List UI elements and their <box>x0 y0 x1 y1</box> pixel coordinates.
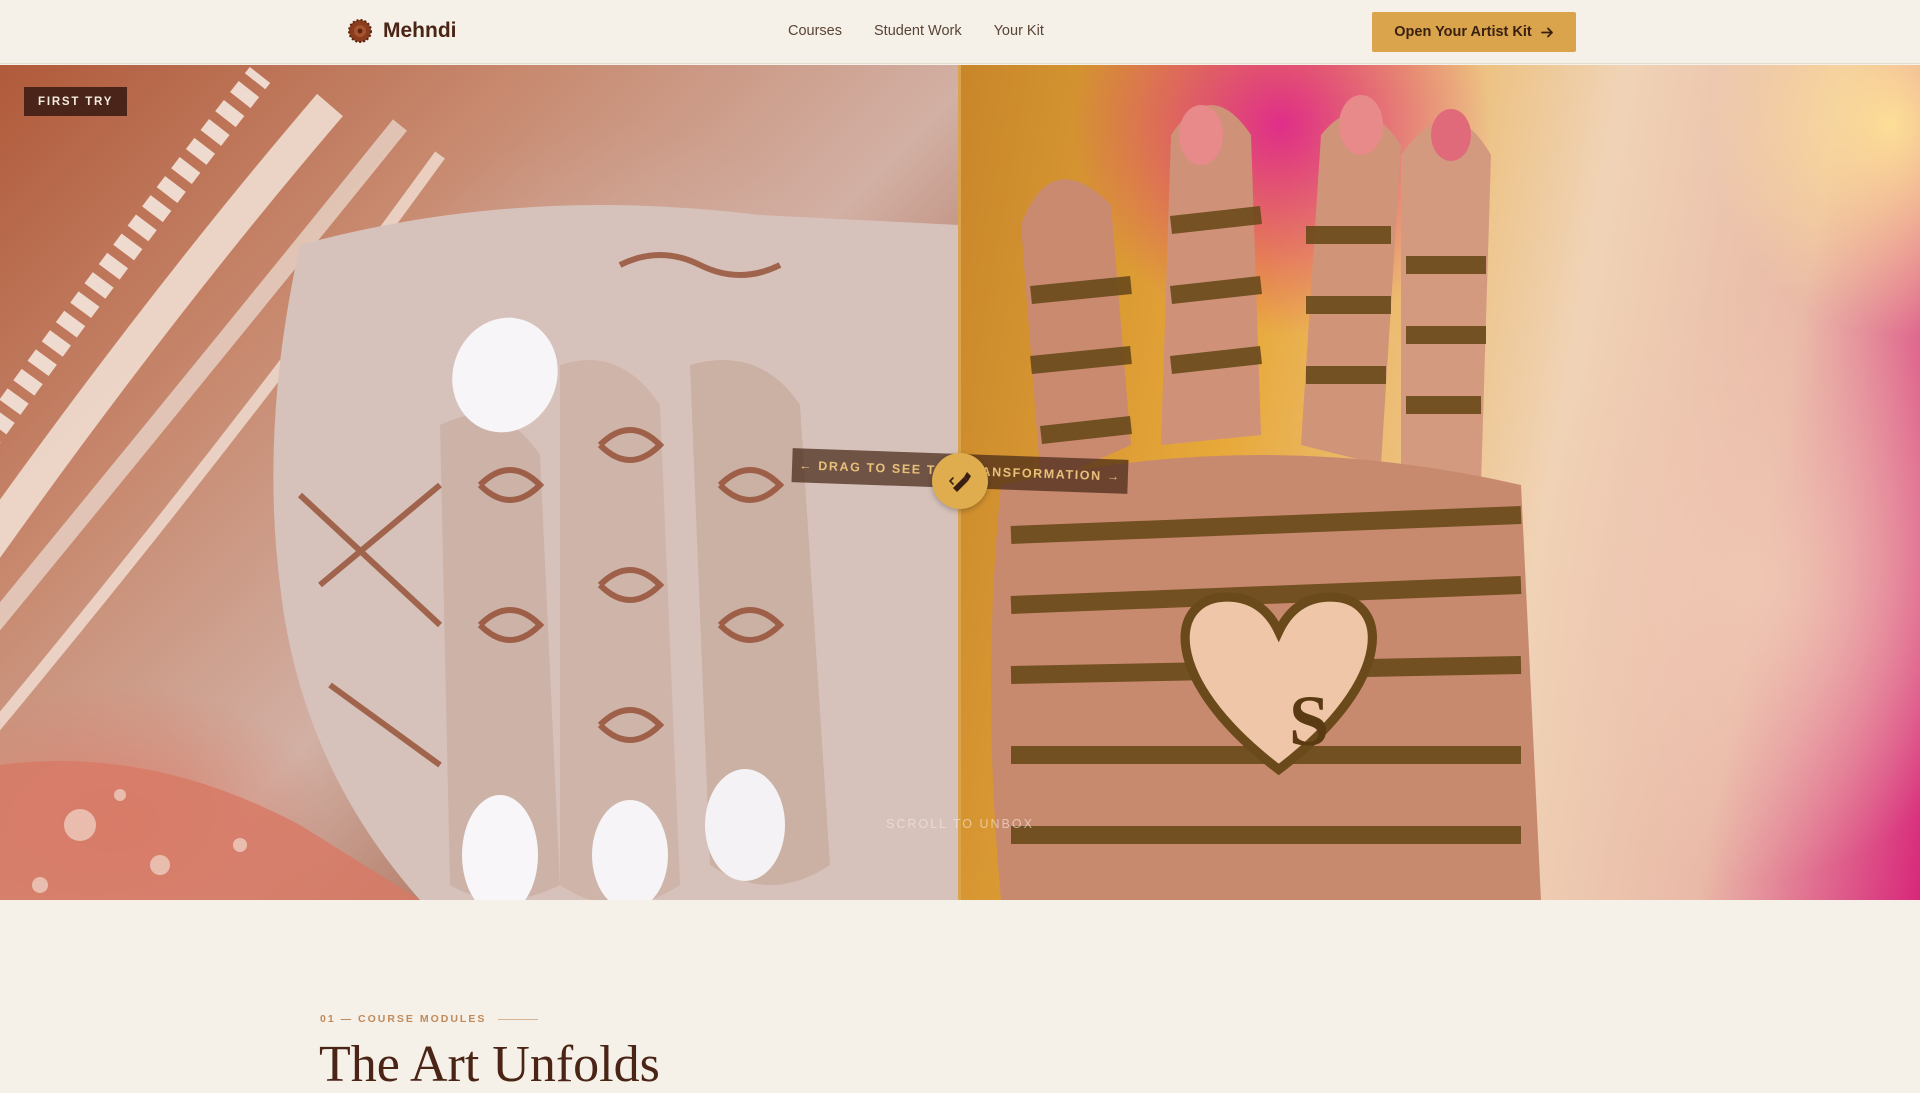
scroll-hint: SCROLL TO UNBOX <box>886 817 1034 831</box>
brand-name: Mehndi <box>383 19 457 42</box>
henna-cone-icon <box>949 472 971 492</box>
eyebrow-divider <box>498 1018 539 1020</box>
section-eyebrow: 01 — COURSE MODULES <box>320 1013 539 1025</box>
slider-handle[interactable] <box>932 453 988 509</box>
svg-text:S: S <box>1289 681 1329 761</box>
nav-courses[interactable]: Courses <box>788 23 842 39</box>
section-eyebrow-text: 01 — COURSE MODULES <box>320 1013 487 1025</box>
nav-your-kit[interactable]: Your Kit <box>994 23 1044 39</box>
open-artist-kit-button[interactable]: Open Your Artist Kit <box>1372 12 1576 52</box>
main-nav: Courses Student Work Your Kit <box>788 23 1044 39</box>
cta-label: Open Your Artist Kit <box>1394 24 1532 40</box>
henna-flower-icon <box>348 19 372 43</box>
hero-comparison-slider[interactable]: FIRST TRY S ← DRAG TO SEE TRANSFORMATION… <box>0 65 1920 900</box>
site-header: Mehndi Courses Student Work Your Kit Ope… <box>0 0 1920 64</box>
first-try-badge: FIRST TRY <box>24 87 128 116</box>
brand-logo-link[interactable]: Mehndi <box>347 18 457 44</box>
arrow-right-icon <box>1540 27 1553 37</box>
nav-student-work[interactable]: Student Work <box>874 23 962 39</box>
section-title: The Art Unfolds <box>319 1036 660 1093</box>
